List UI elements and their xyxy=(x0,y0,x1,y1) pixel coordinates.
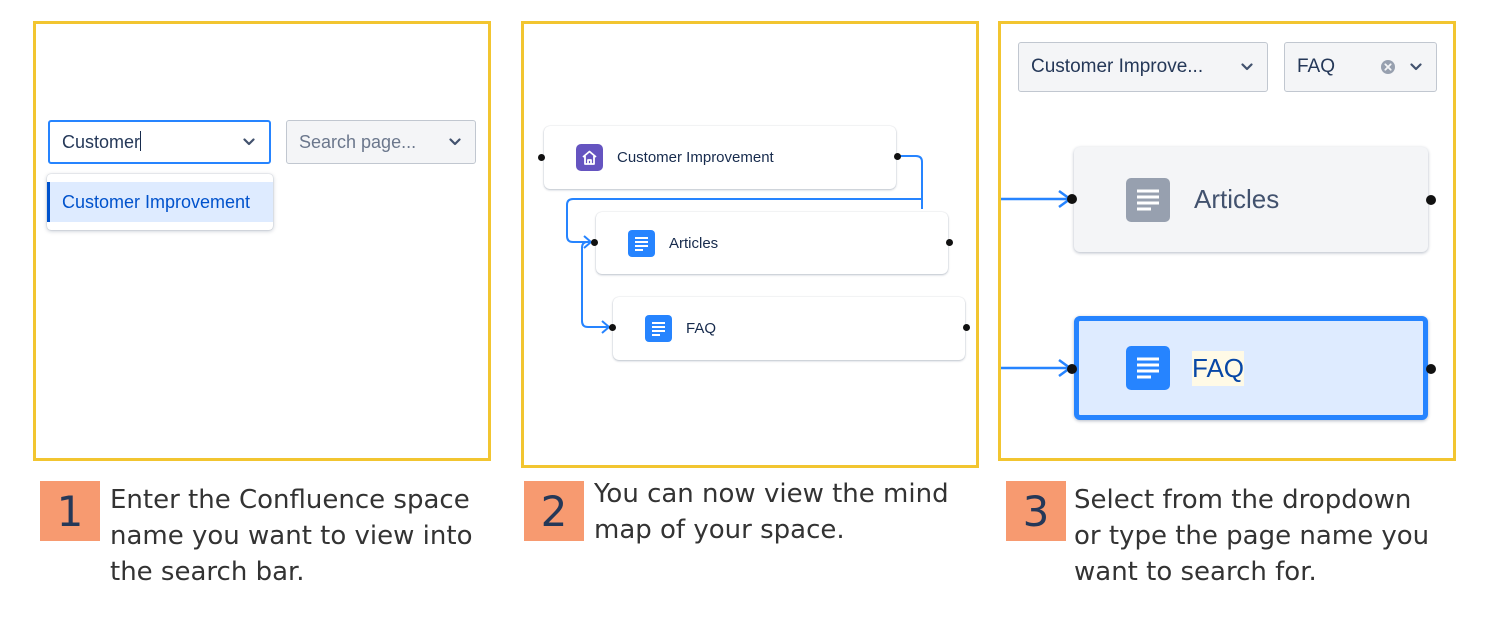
space-dropdown-menu: Customer Improvement xyxy=(47,174,273,230)
connector-dot xyxy=(946,239,953,246)
step-badge-2: 2 xyxy=(524,481,584,541)
step-badge-1: 1 xyxy=(40,481,100,541)
connector-dot xyxy=(609,324,616,331)
root-node-label: Customer Improvement xyxy=(617,149,774,166)
page-search-placeholder: Search page... xyxy=(299,131,417,152)
step-caption-3: Select from the dropdown or type the pag… xyxy=(1074,485,1430,587)
faq-node-label: FAQ xyxy=(686,320,717,337)
focused-node-faq-selected[interactable]: FAQ xyxy=(1074,316,1428,420)
chevron-down-icon[interactable] xyxy=(241,134,257,150)
connector-dot xyxy=(894,153,901,160)
text-caret xyxy=(140,131,142,151)
dropdown-option-customer-improvement[interactable]: Customer Improvement xyxy=(47,182,273,222)
panel-step-3: Customer Improve... FAQ Articles FAQ xyxy=(998,21,1456,461)
connector-dot xyxy=(1426,195,1436,205)
connector-dot xyxy=(963,324,970,331)
panel-step-1: Customer Search page... Customer Improve… xyxy=(33,21,491,461)
chevron-down-icon[interactable] xyxy=(447,134,463,150)
mind-map-node-faq[interactable]: FAQ xyxy=(613,297,965,360)
connector-dot xyxy=(1067,194,1077,204)
connector-dot xyxy=(1067,364,1077,374)
mind-map-node-articles[interactable]: Articles xyxy=(596,212,948,274)
document-icon xyxy=(1126,177,1170,222)
document-icon xyxy=(1126,346,1170,390)
step-caption-1: Enter the Confluence space name you want… xyxy=(110,485,473,587)
document-icon xyxy=(628,229,655,257)
articles-node-label: Articles xyxy=(669,234,719,252)
home-icon xyxy=(576,144,603,171)
faq-focused-label: FAQ xyxy=(1192,350,1245,386)
connector-dot xyxy=(591,239,598,246)
articles-focused-label: Articles xyxy=(1194,184,1280,214)
mind-map-node-root[interactable]: Customer Improvement xyxy=(544,126,896,189)
connector-dot xyxy=(538,154,545,161)
focused-node-articles[interactable]: Articles xyxy=(1074,147,1428,252)
step-caption-2: You can now view the mind map of your sp… xyxy=(594,479,949,545)
space-search-input[interactable]: Customer xyxy=(48,120,271,164)
panel-step-2: Customer Improvement Articles FAQ xyxy=(521,21,979,468)
space-search-value: Customer xyxy=(62,132,141,152)
step-badge-3: 3 xyxy=(1006,481,1066,541)
page-search-select[interactable]: Search page... xyxy=(286,120,476,164)
document-icon xyxy=(645,315,672,342)
connector-dot xyxy=(1426,364,1436,374)
